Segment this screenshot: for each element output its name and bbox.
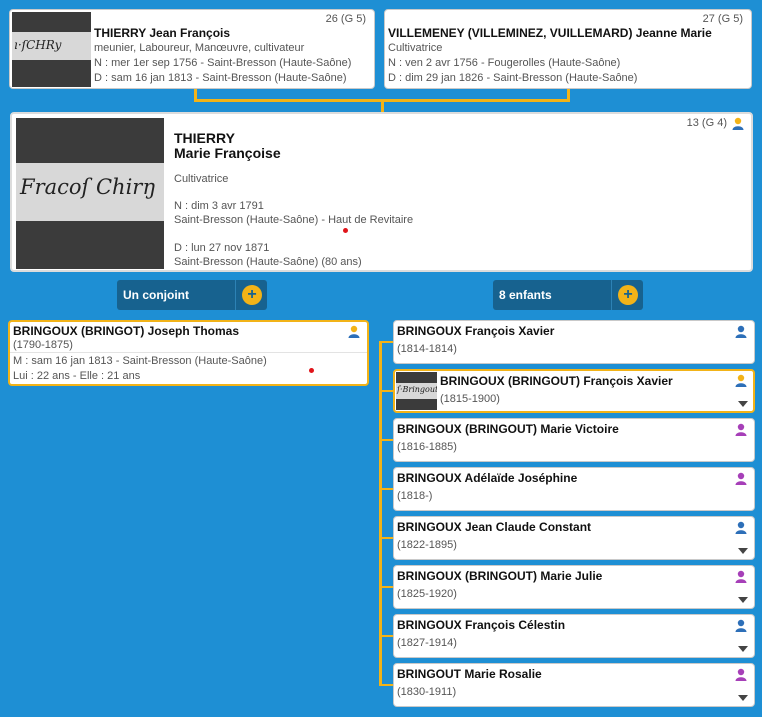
children-connector-vertical bbox=[379, 341, 382, 684]
child-name[interactable]: BRINGOUX François Célestin bbox=[397, 618, 565, 632]
person-death-place: Saint-Bresson (Haute-Saône) (80 ans) bbox=[174, 256, 362, 268]
mother-name[interactable]: VILLEMENEY (VILLEMINEZ, VUILLEMARD) Jean… bbox=[388, 26, 712, 40]
person-death-date: D : lun 27 nov 1871 bbox=[174, 242, 270, 254]
female-person-icon bbox=[735, 423, 747, 439]
child-name[interactable]: BRINGOUX (BRINGOUT) François Xavier bbox=[440, 374, 673, 388]
child-name[interactable]: BRINGOUX (BRINGOUT) Marie Julie bbox=[397, 569, 602, 583]
child-dates: (1830-1911) bbox=[397, 686, 457, 698]
mother-card[interactable]: 27 (G 5) VILLEMENEY (VILLEMINEZ, VUILLEM… bbox=[384, 9, 752, 89]
child-card[interactable]: ſ·Bringout BRINGOUX (BRINGOUT) François … bbox=[393, 369, 755, 413]
male-person-icon bbox=[735, 325, 747, 341]
father-birth: N : mer 1er sep 1756 - Saint-Bresson (Ha… bbox=[94, 57, 352, 69]
child-dates: (1818-) bbox=[397, 490, 433, 502]
female-person-icon bbox=[735, 570, 747, 586]
add-spouse-icon[interactable]: + bbox=[242, 285, 262, 305]
child-dates: (1827-1914) bbox=[397, 637, 457, 649]
mother-number: 27 (G 5) bbox=[702, 13, 743, 25]
female-person-icon bbox=[735, 668, 747, 684]
chevron-down-icon[interactable] bbox=[738, 401, 748, 407]
child-connector bbox=[379, 537, 393, 539]
person-photo: Fracoſ Chirŋ bbox=[16, 118, 164, 269]
person-number: 13 (G 4) bbox=[686, 117, 727, 129]
spouse-card[interactable]: BRINGOUX (BRINGOT) Joseph Thomas (1790-1… bbox=[8, 320, 369, 386]
chevron-down-icon[interactable] bbox=[738, 548, 748, 554]
person-birth-date: N : dim 3 avr 1791 bbox=[174, 200, 264, 212]
person-silhouette-icon bbox=[735, 374, 747, 390]
person-birth-place: Saint-Bresson (Haute-Saône) - Haut de Re… bbox=[174, 214, 414, 226]
father-card[interactable]: ı·ſCHRy 26 (G 5) THIERRY Jean François m… bbox=[9, 9, 375, 89]
spouses-button-label: Un conjoint bbox=[123, 288, 189, 302]
child-dates: (1825-1920) bbox=[397, 588, 457, 600]
spouse-dates: (1790-1875) bbox=[13, 339, 73, 351]
child-card[interactable]: BRINGOUX Jean Claude Constant (1822-1895… bbox=[393, 516, 755, 560]
father-photo: ı·ſCHRy bbox=[12, 12, 91, 87]
chevron-down-icon[interactable] bbox=[738, 646, 748, 652]
child-connector bbox=[379, 586, 393, 588]
child-connector bbox=[379, 635, 393, 637]
father-number: 26 (G 5) bbox=[325, 13, 366, 25]
map-marker-dot bbox=[343, 228, 348, 233]
add-child-icon[interactable]: + bbox=[618, 285, 638, 305]
child-dates: (1822-1895) bbox=[397, 539, 457, 551]
child-connector bbox=[379, 439, 393, 441]
person-card[interactable]: Fracoſ Chirŋ 13 (G 4) THIERRY Marie Fran… bbox=[10, 112, 753, 272]
person-surname: THIERRY bbox=[174, 130, 235, 146]
person-given-name: Marie Françoise bbox=[174, 145, 281, 161]
male-person-icon bbox=[735, 619, 747, 635]
child-card[interactable]: BRINGOUX François Célestin (1827-1914) bbox=[393, 614, 755, 658]
person-occupation: Cultivatrice bbox=[174, 173, 229, 185]
father-name[interactable]: THIERRY Jean François bbox=[94, 26, 230, 40]
child-name[interactable]: BRINGOUX (BRINGOUT) Marie Victoire bbox=[397, 422, 619, 436]
child-card[interactable]: BRINGOUX (BRINGOUT) Marie Julie (1825-19… bbox=[393, 565, 755, 609]
child-dates: (1814-1814) bbox=[397, 343, 457, 355]
child-name[interactable]: BRINGOUX Jean Claude Constant bbox=[397, 520, 591, 534]
child-connector bbox=[379, 488, 393, 490]
child-connector bbox=[379, 341, 393, 343]
father-occupation: meunier, Laboureur, Manœuvre, cultivateu… bbox=[94, 42, 305, 54]
chevron-down-icon[interactable] bbox=[738, 695, 748, 701]
mother-birth: N : ven 2 avr 1756 - Fougerolles (Haute-… bbox=[388, 57, 621, 69]
female-person-icon bbox=[735, 472, 747, 488]
spouse-name[interactable]: BRINGOUX (BRINGOT) Joseph Thomas bbox=[13, 324, 239, 338]
mother-occupation: Cultivatrice bbox=[388, 42, 443, 54]
male-person-icon bbox=[735, 521, 747, 537]
child-name[interactable]: BRINGOUX Adélaïde Joséphine bbox=[397, 471, 577, 485]
child-connector bbox=[379, 390, 393, 392]
marriage-info: M : sam 16 jan 1813 - Saint-Bresson (Hau… bbox=[13, 355, 267, 367]
child-card[interactable]: BRINGOUX Adélaïde Joséphine (1818-) bbox=[393, 467, 755, 511]
marriage-ages: Lui : 22 ans - Elle : 21 ans bbox=[13, 370, 141, 382]
child-name[interactable]: BRINGOUX François Xavier bbox=[397, 324, 554, 338]
person-silhouette-icon bbox=[348, 325, 360, 341]
map-marker-dot bbox=[309, 368, 314, 373]
children-button-label: 8 enfants bbox=[499, 288, 552, 302]
mother-death: D : dim 29 jan 1826 - Saint-Bresson (Hau… bbox=[388, 72, 638, 84]
spouses-button[interactable]: Un conjoint + bbox=[117, 280, 267, 310]
child-dates: (1815-1900) bbox=[440, 393, 500, 405]
child-card[interactable]: BRINGOUX (BRINGOUT) Marie Victoire (1816… bbox=[393, 418, 755, 462]
father-death: D : sam 16 jan 1813 - Saint-Bresson (Hau… bbox=[94, 72, 347, 84]
person-silhouette-icon bbox=[732, 117, 744, 133]
child-name[interactable]: BRINGOUT Marie Rosalie bbox=[397, 667, 542, 681]
child-card[interactable]: BRINGOUX François Xavier (1814-1814) bbox=[393, 320, 755, 364]
children-button[interactable]: 8 enfants + bbox=[493, 280, 643, 310]
chevron-down-icon[interactable] bbox=[738, 597, 748, 603]
child-dates: (1816-1885) bbox=[397, 441, 457, 453]
child-card[interactable]: BRINGOUT Marie Rosalie (1830-1911) bbox=[393, 663, 755, 707]
child-connector bbox=[379, 684, 393, 686]
child-photo: ſ·Bringout bbox=[396, 372, 437, 410]
